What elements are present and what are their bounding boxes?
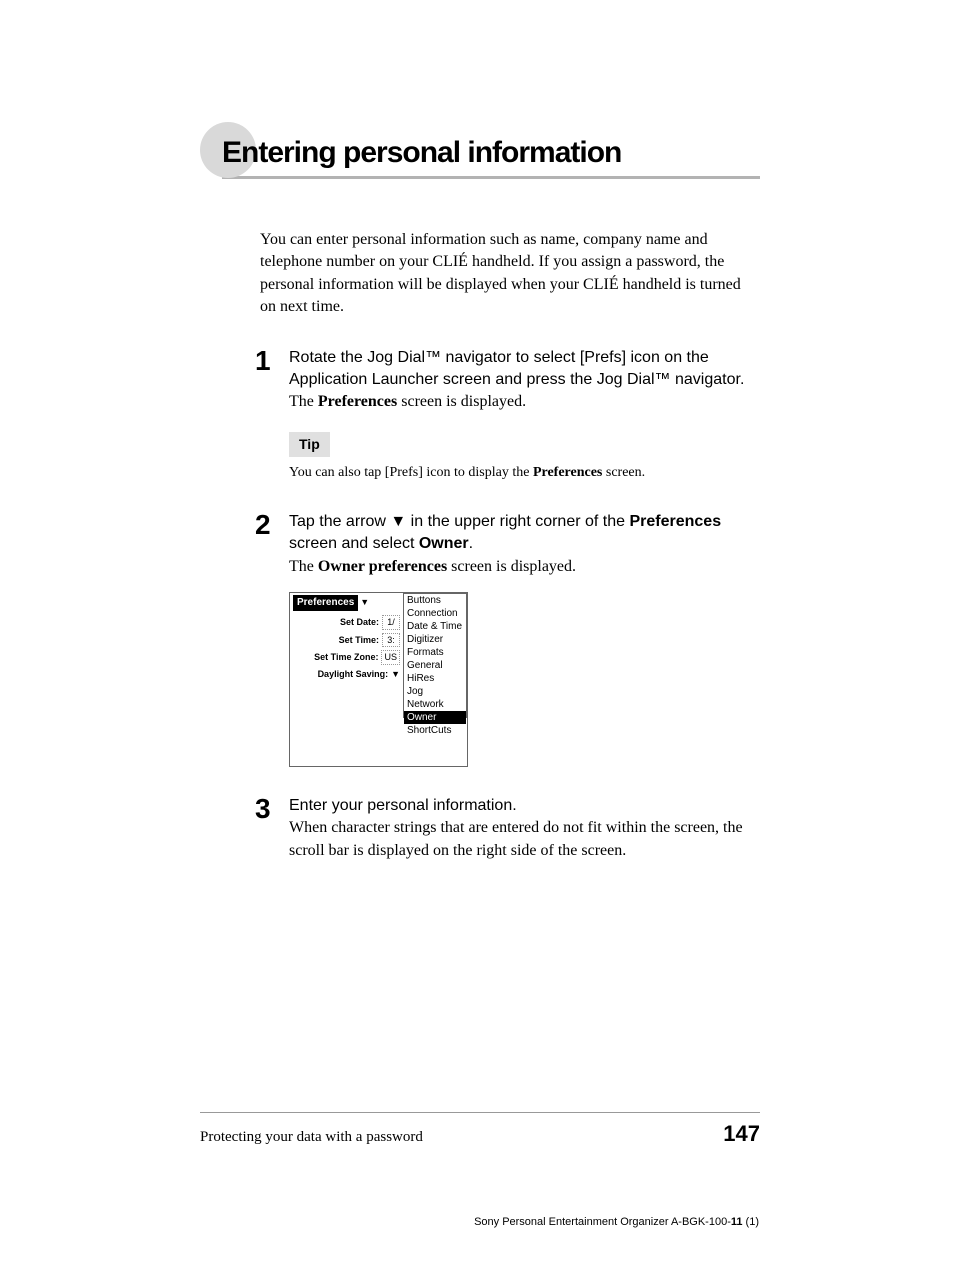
text: You can also tap [Prefs] icon to display… <box>289 465 533 480</box>
set-date-value: 1/ <box>382 615 400 630</box>
preferences-word: Preferences <box>533 465 602 480</box>
menu-item: ShortCuts <box>404 724 466 737</box>
preferences-word: Preferences <box>318 393 397 410</box>
step-number: 1 <box>255 347 275 483</box>
set-time-label: Set Time: <box>339 634 379 647</box>
footer-section-title: Protecting your data with a password <box>200 1129 423 1146</box>
daylight-saving-arrow-icon: ▼ <box>391 668 400 681</box>
tip-label: Tip <box>289 432 330 458</box>
text: . <box>469 535 473 552</box>
text: The <box>289 393 318 410</box>
device-menu: Buttons Connection Date & Time Digitizer… <box>403 593 467 718</box>
step-3: 3 Enter your personal information. When … <box>255 795 760 862</box>
step-1-instruction: Rotate the Jog Dial™ navigator to select… <box>289 347 760 392</box>
step-number: 2 <box>255 511 275 767</box>
heading-block: Entering personal information <box>200 130 760 179</box>
footer-divider <box>200 1112 760 1113</box>
daylight-saving-label: Daylight Saving: <box>318 668 389 681</box>
step-3-detail: When character strings that are entered … <box>289 817 760 862</box>
text: 11 <box>731 1216 743 1228</box>
menu-item: Formats <box>404 646 466 659</box>
text: Tap the arrow <box>289 513 390 530</box>
menu-item: Jog <box>404 685 466 698</box>
intro-paragraph: You can enter personal information such … <box>260 229 760 319</box>
text: Sony Personal Entertainment Organizer A-… <box>474 1216 731 1228</box>
set-timezone-label: Set Time Zone: <box>314 651 378 664</box>
step-2: 2 Tap the arrow ▼ in the upper right cor… <box>255 511 760 767</box>
menu-item: Connection <box>404 607 466 620</box>
page-number: 147 <box>723 1121 760 1147</box>
owner-preferences-word: Owner preferences <box>318 558 447 575</box>
step-2-instruction: Tap the arrow ▼ in the upper right corne… <box>289 511 760 556</box>
step-1: 1 Rotate the Jog Dial™ navigator to sele… <box>255 347 760 483</box>
text: (1) <box>743 1216 760 1228</box>
device-title: Preferences <box>293 595 358 611</box>
page-heading: Entering personal information <box>222 130 760 170</box>
dropdown-arrow-icon: ▼ <box>360 597 369 607</box>
menu-item: Buttons <box>404 594 466 607</box>
page-footer: Protecting your data with a password 147 <box>200 1112 760 1147</box>
text: in the upper right corner of the <box>406 513 629 530</box>
menu-item: HiRes <box>404 672 466 685</box>
set-time-value: 3: <box>382 633 400 648</box>
footer-document-id: Sony Personal Entertainment Organizer A-… <box>199 1216 759 1228</box>
set-date-label: Set Date: <box>340 616 379 629</box>
text: screen. <box>602 465 645 480</box>
set-timezone-value: US <box>381 650 400 665</box>
step-2-result: The Owner preferences screen is displaye… <box>289 556 760 578</box>
heading-underline <box>222 176 760 179</box>
device-screenshot: Preferences▼ Set Date:1/ Set Time:3: Set… <box>289 592 468 767</box>
text: screen is displayed. <box>447 558 576 575</box>
tip-text: You can also tap [Prefs] icon to display… <box>289 463 760 483</box>
menu-item: Digitizer <box>404 633 466 646</box>
text: screen is displayed. <box>397 393 526 410</box>
text: screen and select <box>289 535 419 552</box>
menu-item: Date & Time <box>404 620 466 633</box>
menu-item-selected: Owner <box>404 711 466 724</box>
text: The <box>289 558 318 575</box>
owner-word: Owner <box>419 535 469 552</box>
down-arrow-icon: ▼ <box>390 513 406 530</box>
step-3-instruction: Enter your personal information. <box>289 795 760 817</box>
step-number: 3 <box>255 795 275 862</box>
preferences-word: Preferences <box>629 513 721 530</box>
step-1-result: The Preferences screen is displayed. <box>289 391 760 413</box>
menu-item: Network <box>404 698 466 711</box>
menu-item: General <box>404 659 466 672</box>
